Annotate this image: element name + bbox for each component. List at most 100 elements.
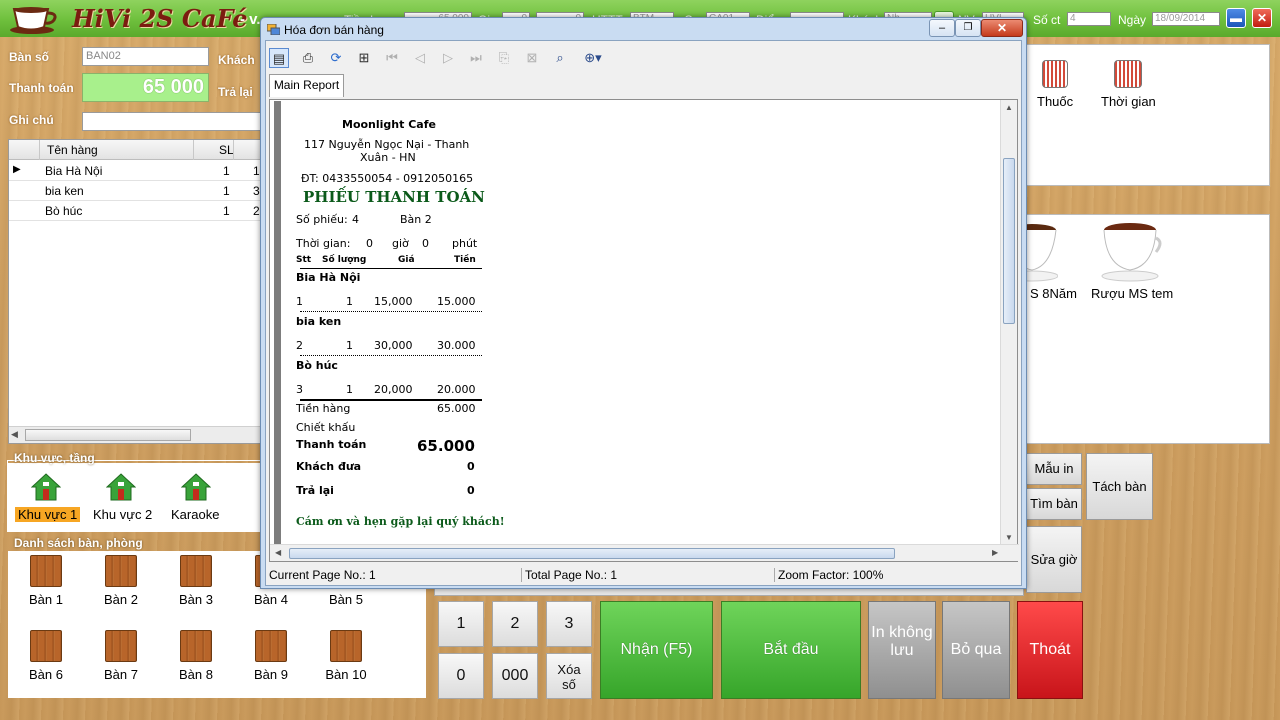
table-item-ban-2[interactable]: Bàn 2 (91, 592, 151, 607)
receipt-heading: PHIẾU THANH TOÁN (303, 188, 485, 206)
next-page-icon[interactable]: ▷ (438, 48, 458, 68)
top-field-date[interactable]: 18/09/2014 (1152, 12, 1220, 26)
group-tree-icon[interactable]: ⊞ (354, 48, 374, 68)
col-sl[interactable]: SL (219, 143, 234, 157)
top-label-soct: Số ct (1033, 13, 1061, 27)
table-row[interactable]: bia ken 1 3 (9, 181, 269, 201)
tim-ban-button[interactable]: Tìm bàn (1026, 488, 1082, 520)
nhan-button[interactable]: Nhận (F5) (600, 601, 713, 699)
category-thoi-gian-icon[interactable] (1114, 60, 1142, 88)
viewer-vertical-thumb[interactable] (1003, 158, 1015, 324)
table-item-ban-8[interactable]: Bàn 8 (166, 667, 226, 682)
grid-scroll-thumb[interactable] (25, 429, 191, 441)
receipt-col-qty: Số lượng (322, 255, 367, 265)
row-price: 1 (253, 164, 260, 178)
print-icon[interactable]: ⎙ (298, 48, 318, 68)
receipt-line-qty: 1 (346, 383, 353, 396)
scroll-right-icon[interactable]: ▶ (992, 548, 998, 557)
table-item-ban-1[interactable]: Bàn 1 (16, 592, 76, 607)
area-item-khu-vuc-2[interactable]: Khu vực 2 (93, 507, 152, 522)
status-bar: Current Page No.: 1 Total Page No.: 1 Zo… (269, 566, 1018, 584)
table-icon[interactable] (30, 555, 62, 587)
receipt-khach-dua-label: Khách đưa (296, 460, 362, 473)
top-field-soct[interactable]: 4 (1067, 12, 1111, 26)
bat-dau-button[interactable]: Bắt đầu (721, 601, 861, 699)
scroll-up-icon[interactable]: ▲ (1005, 103, 1013, 112)
viewer-horizontal-thumb[interactable] (289, 548, 895, 559)
numpad-key-xoa-so[interactable]: Xóa số (546, 653, 592, 699)
dialog-minimize-icon[interactable]: – (929, 19, 955, 37)
receipt-so-phieu-label: Số phiếu: (296, 213, 348, 226)
category-thoi-gian[interactable]: Thời gian (1101, 94, 1156, 109)
table-item-ban-9[interactable]: Bàn 9 (241, 667, 301, 682)
row-name: Bia Hà Nội (45, 164, 103, 178)
table-row[interactable]: ▶ Bia Hà Nội 1 1 (9, 161, 269, 181)
table-item-ban-3[interactable]: Bàn 3 (166, 592, 226, 607)
first-page-icon[interactable]: ⏮ (382, 48, 402, 68)
receipt-line-amount: 15.000 (437, 295, 476, 308)
product-cup-icon[interactable] (1026, 218, 1058, 282)
tach-ban-button[interactable]: Tách bàn (1086, 453, 1153, 520)
numpad-key-2[interactable]: 2 (492, 601, 538, 647)
stop-icon[interactable]: ⊠ (522, 48, 542, 68)
zoom-icon[interactable]: ⊕▾ (578, 48, 608, 68)
category-thuoc-icon[interactable] (1042, 60, 1068, 88)
area-item-karaoke[interactable]: Karaoke (171, 507, 219, 522)
col-ten-hang[interactable]: Tên hàng (47, 143, 98, 157)
minimize-icon[interactable]: ▬ (1226, 8, 1246, 28)
product-ruou-ms-tem[interactable]: Rượu MS tem (1091, 286, 1173, 301)
toggle-tree-icon[interactable]: ▤ (269, 48, 289, 68)
numpad-key-3[interactable]: 3 (546, 601, 592, 647)
product-cup-icon[interactable] (1100, 218, 1164, 282)
table-item-ban-10[interactable]: Bàn 10 (316, 667, 376, 682)
viewer-vertical-scrollbar[interactable]: ▲ ▼ (1000, 100, 1017, 545)
area-item-khu-vuc-1[interactable]: Khu vực 1 (15, 507, 81, 522)
close-icon[interactable]: ✕ (1252, 8, 1272, 28)
numpad-key-1[interactable]: 1 (438, 601, 484, 647)
numpad-key-0[interactable]: 0 (438, 653, 484, 699)
dialog-close-icon[interactable]: ✕ (981, 19, 1023, 37)
mau-in-button[interactable]: Mẫu in (1026, 453, 1082, 485)
status-zoom-factor: Zoom Factor: 100% (778, 568, 884, 582)
row-qty: 1 (223, 184, 230, 198)
sua-gio-button[interactable]: Sửa giờ (1026, 526, 1082, 593)
product-s-8nam[interactable]: S 8Năm (1030, 286, 1077, 301)
refresh-icon[interactable]: ⟳ (326, 48, 346, 68)
scroll-left-icon[interactable]: ◀ (275, 548, 281, 557)
scroll-left-icon[interactable]: ◀ (11, 429, 18, 440)
bo-qua-button[interactable]: Bỏ qua (942, 601, 1010, 699)
find-binoculars-icon[interactable]: ⌕ (550, 48, 570, 68)
table-icon[interactable] (105, 555, 137, 587)
dialog-restore-icon[interactable]: ❐ (955, 19, 981, 37)
table-icon[interactable] (30, 630, 62, 662)
grid-horizontal-scrollbar[interactable]: ◀ (9, 426, 269, 443)
goto-page-icon[interactable]: ⎘ (494, 48, 514, 68)
table-icon[interactable] (255, 630, 287, 662)
table-item-ban-5[interactable]: Bàn 5 (316, 592, 376, 607)
receipt-line-price: 30,000 (374, 339, 413, 352)
tab-main-report[interactable]: Main Report (269, 74, 344, 97)
table-row[interactable]: Bò húc 1 2 (9, 201, 269, 221)
numpad-key-000[interactable]: 000 (492, 653, 538, 699)
table-item-ban-7[interactable]: Bàn 7 (91, 667, 151, 682)
category-thuoc[interactable]: Thuốc (1037, 94, 1073, 109)
receipt-line-amount: 20.000 (437, 383, 476, 396)
table-icon[interactable] (330, 630, 362, 662)
ghi-chu-input[interactable] (82, 112, 262, 131)
table-item-ban-4[interactable]: Bàn 4 (241, 592, 301, 607)
row-price: 2 (253, 204, 260, 218)
table-icon[interactable] (180, 630, 212, 662)
table-icon[interactable] (105, 630, 137, 662)
last-page-icon[interactable]: ⏭ (466, 48, 486, 68)
invoice-dialog: Hóa đơn bán hàng – ❐ ✕ ▤ ⎙ ⟳ ⊞ ⏮ ◁ ▷ ⏭ ⎘… (260, 17, 1027, 589)
thoat-button[interactable]: Thoát (1017, 601, 1083, 699)
in-khong-luu-button[interactable]: In không lưu (868, 601, 936, 699)
table-icon[interactable] (180, 555, 212, 587)
prev-page-icon[interactable]: ◁ (410, 48, 430, 68)
row-qty: 1 (223, 204, 230, 218)
house-icon (31, 473, 61, 501)
scroll-down-icon[interactable]: ▼ (1005, 533, 1013, 542)
ban-so-input[interactable]: BAN02 (82, 47, 209, 66)
table-item-ban-6[interactable]: Bàn 6 (16, 667, 76, 682)
viewer-horizontal-scrollbar[interactable]: ◀ ▶ (270, 544, 1019, 561)
